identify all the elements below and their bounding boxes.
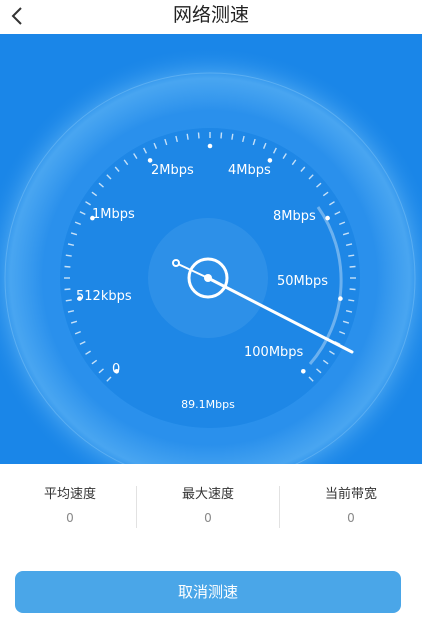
current-speed-readout: 89.1Mbps bbox=[181, 398, 235, 411]
stat-max-speed: 最大速度 0 bbox=[138, 486, 278, 526]
gauge-tick bbox=[349, 265, 356, 268]
gauge-tick bbox=[348, 254, 355, 257]
stat-divider bbox=[136, 486, 137, 528]
gauge-tick bbox=[65, 299, 72, 302]
stats-panel: 平均速度 0 最大速度 0 当前带宽 0 bbox=[0, 464, 422, 564]
tick-label-512kbps: 512kbps bbox=[76, 289, 132, 304]
stat-value: 0 bbox=[66, 511, 74, 525]
gauge-dial: 0 512kbps 1Mbps 2Mbps 4Mbps 8Mbps 50Mbps… bbox=[0, 46, 422, 464]
stat-divider bbox=[279, 486, 280, 528]
tick-label-50mbps: 50Mbps bbox=[277, 274, 328, 289]
stat-value: 0 bbox=[204, 511, 212, 525]
stat-label: 平均速度 bbox=[43, 487, 96, 502]
cancel-test-button[interactable]: 取消测速 bbox=[15, 571, 401, 613]
needle-hub-dot bbox=[204, 274, 212, 282]
gauge-tick-dot bbox=[301, 369, 306, 374]
gauge-tick bbox=[186, 133, 189, 140]
gauge-tick bbox=[197, 132, 200, 139]
speed-gauge: 0 512kbps 1Mbps 2Mbps 4Mbps 8Mbps 50Mbps… bbox=[0, 34, 422, 464]
gauge-tick bbox=[64, 288, 71, 291]
gauge-tick bbox=[64, 265, 71, 268]
gauge-tick-dot bbox=[267, 158, 273, 163]
gauge-tick bbox=[220, 132, 223, 139]
gauge-tick-dot bbox=[207, 143, 213, 149]
top-bar: 网络测速 bbox=[0, 0, 422, 34]
tick-label-100mbps: 100Mbps bbox=[244, 345, 304, 360]
gauge-tick bbox=[348, 299, 355, 302]
stat-label: 当前带宽 bbox=[324, 487, 377, 502]
stat-value: 0 bbox=[347, 511, 355, 525]
stat-current-bandwidth: 当前带宽 0 bbox=[281, 486, 421, 526]
gauge-tick bbox=[65, 254, 72, 257]
tick-label-1mbps: 1Mbps bbox=[92, 207, 135, 222]
gauge-tick-dot bbox=[147, 158, 153, 163]
tick-label-8mbps: 8Mbps bbox=[273, 209, 316, 224]
tick-label-4mbps: 4Mbps bbox=[228, 163, 271, 178]
tick-label-2mbps: 2Mbps bbox=[151, 163, 194, 178]
gauge-tick bbox=[231, 133, 234, 140]
page-title: 网络测速 bbox=[172, 4, 249, 26]
stat-label: 最大速度 bbox=[181, 487, 234, 502]
tick-label-0: 0 bbox=[112, 362, 120, 377]
stat-average-speed: 平均速度 0 bbox=[0, 486, 140, 526]
gauge-tick bbox=[349, 288, 356, 291]
